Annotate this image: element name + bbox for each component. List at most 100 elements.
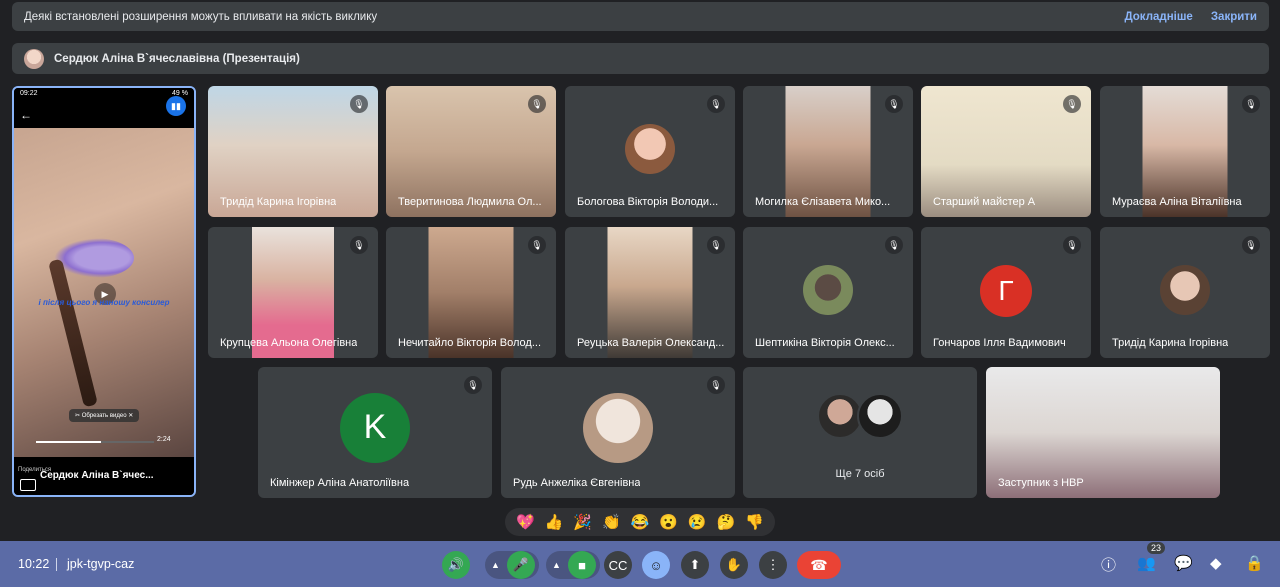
chevron-up-icon[interactable]: ▲ — [552, 560, 561, 570]
more-participants-tile[interactable]: Ще 7 осіб — [743, 367, 977, 498]
video-progress-bar[interactable] — [36, 441, 154, 443]
reaction-heart[interactable]: 💖 — [516, 513, 535, 531]
info-icon[interactable]: ⓘ — [1101, 554, 1116, 575]
reaction-thinking[interactable]: 🤔 — [717, 513, 736, 531]
participant-tile[interactable]: 🎙 Нечитайло Вікторія Волод... — [386, 227, 556, 358]
participant-tile[interactable]: 🎙 Могилка Єлізавета Мико... — [743, 86, 913, 217]
camera-button[interactable]: ■ — [568, 551, 596, 579]
mic-off-icon: 🎙 — [1242, 236, 1260, 254]
participant-tile[interactable]: 🎙 Мураєва Аліна Віталіївна — [1100, 86, 1270, 217]
video-progress-fill — [36, 441, 101, 443]
participant-tile[interactable]: 🎙 Старший майстер А — [921, 86, 1091, 217]
meeting-control-bar: 10:22 jpk-tgvp-caz 🔊 ▲ 🎤 ▲ ■ CC ☺ ⬆ ✋ ⋮ … — [0, 541, 1280, 587]
eyeshadow-area — [54, 238, 134, 278]
reaction-thumbs-up[interactable]: 👍 — [545, 513, 564, 531]
camera-control[interactable]: ▲ ■ — [546, 551, 600, 579]
chevron-up-icon[interactable]: ▲ — [491, 560, 500, 570]
reaction-sad[interactable]: 😢 — [688, 513, 707, 531]
back-arrow-icon: ← — [20, 108, 32, 122]
mic-off-icon: 🎙 — [464, 376, 482, 394]
participant-name: Тридід Карина Ігорівна — [1112, 337, 1229, 349]
speaking-indicator-icon: ▮▮ — [166, 96, 186, 116]
raise-hand-button[interactable]: ✋ — [720, 551, 748, 579]
participant-tile[interactable]: 🎙 Шептикіна Вікторія Олекс... — [743, 227, 913, 358]
participant-name: Нечитайло Вікторія Волод... — [398, 337, 542, 349]
mic-off-icon: 🎙 — [1063, 95, 1081, 113]
people-icon[interactable]: 👥 — [1137, 554, 1156, 572]
participant-name: Шептикіна Вікторія Олекс... — [755, 337, 895, 349]
mic-off-icon: 🎙 — [885, 236, 903, 254]
participant-count-badge: 23 — [1147, 542, 1166, 554]
video-duration: 2:24 — [157, 436, 171, 443]
participant-name: Тридід Карина Ігорівна — [220, 196, 337, 208]
participant-name: Кімінжер Аліна Анатоліївна — [270, 477, 410, 489]
more-icon: ⋮ — [766, 557, 780, 572]
participant-tile[interactable]: Заступник з НВР — [986, 367, 1220, 498]
emoji-button[interactable]: ☺ — [642, 551, 670, 579]
trim-label: Обрезать видео — [81, 413, 127, 419]
audio-icon: 🔊 — [447, 557, 465, 572]
end-call-button[interactable]: ☎ — [797, 551, 841, 579]
reaction-surprised[interactable]: 😮 — [659, 513, 678, 531]
mic-off-icon: 🎙 — [1063, 236, 1081, 254]
participant-initial-avatar: Г — [980, 264, 1032, 317]
phone-status-time: 09:22 — [20, 90, 38, 97]
mic-off-icon: 🎙 — [528, 95, 546, 113]
mic-off-icon: 🎙 — [885, 95, 903, 113]
hand-icon: ✋ — [725, 557, 743, 572]
extension-warning-banner: Деякі встановлені розширення можуть впли… — [12, 2, 1269, 31]
banner-close-link[interactable]: Закрити — [1211, 11, 1257, 23]
participant-name: Крупцева Альона Олегівна — [220, 337, 358, 349]
participant-tile[interactable]: 🎙 Реуцька Валерія Олександ... — [565, 227, 735, 358]
present-screen-icon — [20, 479, 36, 491]
mic-button[interactable]: 🎤 — [507, 551, 535, 579]
video-caption: і після цього я наношу консилер — [38, 298, 170, 307]
mic-icon: 🎤 — [512, 557, 530, 572]
participant-initial-avatar: K — [340, 392, 410, 463]
presenter-avatar — [24, 48, 44, 69]
participant-avatar — [1160, 264, 1210, 315]
reaction-clap[interactable]: 👏 — [602, 513, 621, 531]
camera-icon: ■ — [578, 557, 586, 573]
participant-name: Тверитинова Людмила Ол... — [398, 196, 542, 208]
participant-avatar — [583, 392, 653, 463]
mic-off-icon: 🎙 — [350, 236, 368, 254]
makeup-brush — [48, 258, 98, 408]
more-options-button[interactable]: ⋮ — [759, 551, 787, 579]
presenter-bar: Сердюк Аліна В`ячеславівна (Презентація) — [12, 43, 1269, 74]
trim-video-chip[interactable]: ✂ Обрезать видео ✕ — [69, 409, 140, 422]
mic-off-icon: 🎙 — [1242, 95, 1260, 113]
participant-tile[interactable]: 🎙 Тверитинова Людмила Ол... — [386, 86, 556, 217]
audio-output-button[interactable]: 🔊 — [442, 551, 470, 579]
presentation-tile[interactable]: 09:22 49 % ← ▶ і після цього я наношу ко… — [12, 86, 196, 497]
present-button[interactable]: ⬆ — [681, 551, 709, 579]
reaction-laugh[interactable]: 😂 — [631, 513, 650, 531]
banner-details-link[interactable]: Докладніше — [1124, 11, 1192, 23]
participant-name: Старший майстер А — [933, 196, 1036, 208]
participant-name: Мураєва Аліна Віталіївна — [1112, 196, 1242, 208]
activities-icon[interactable]: ◆ — [1210, 554, 1222, 572]
participant-tile[interactable]: 🎙 Рудь Анжеліка Євгенівна — [501, 367, 735, 498]
chat-icon[interactable]: 💬 — [1174, 554, 1193, 572]
meeting-code: jpk-tgvp-caz — [67, 557, 135, 571]
participant-name: Гончаров Ілля Вадимович — [933, 337, 1066, 349]
lock-icon[interactable]: 🔒 — [1245, 554, 1264, 572]
participant-tile[interactable]: 🎙 Крупцева Альона Олегівна — [208, 227, 378, 358]
mic-off-icon: 🎙 — [707, 236, 725, 254]
participant-tile[interactable]: 🎙 Тридід Карина Ігорівна — [1100, 227, 1270, 358]
more-avatar-2 — [857, 393, 903, 439]
participant-tile[interactable]: 🎙 Бологова Вікторія Володи... — [565, 86, 735, 217]
reaction-party[interactable]: 🎉 — [573, 513, 592, 531]
mic-off-icon: 🎙 — [707, 376, 725, 394]
participant-tile[interactable]: 🎙 Тридід Карина Ігорівна — [208, 86, 378, 217]
participant-name: Рудь Анжеліка Євгенівна — [513, 477, 641, 489]
presenter-tile-name: Сердюк Аліна В`ячес... — [40, 470, 154, 481]
reaction-thumbs-down[interactable]: 👎 — [745, 513, 764, 531]
mic-control[interactable]: ▲ 🎤 — [485, 551, 539, 579]
participant-tile[interactable]: Г 🎙 Гончаров Ілля Вадимович — [921, 227, 1091, 358]
participant-tile[interactable]: K 🎙 Кімінжер Аліна Анатоліївна — [258, 367, 492, 498]
end-call-icon: ☎ — [810, 556, 828, 573]
captions-icon: CC — [608, 557, 628, 573]
captions-button[interactable]: CC — [604, 551, 632, 579]
mic-off-icon: 🎙 — [528, 236, 546, 254]
